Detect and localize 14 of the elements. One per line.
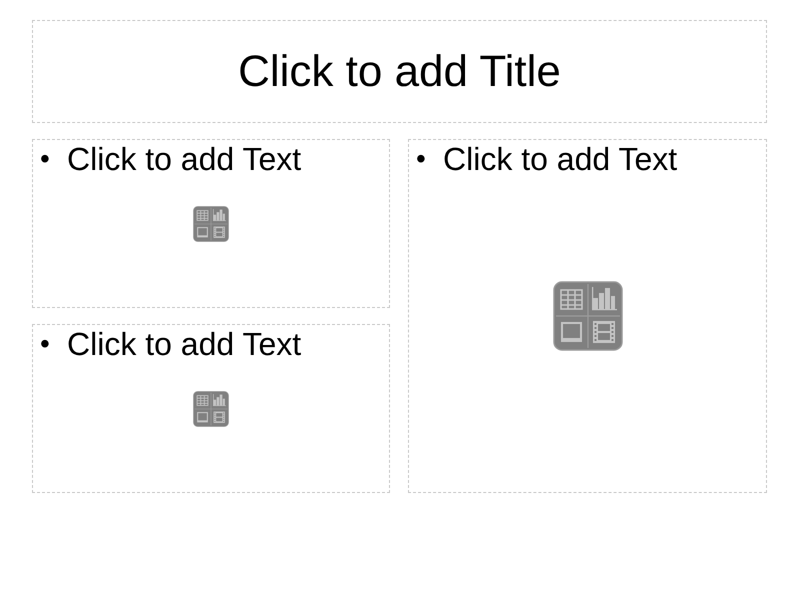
- bullet: •: [416, 142, 427, 176]
- body-text: Click to add Text: [443, 141, 678, 177]
- bullet: •: [40, 142, 51, 176]
- text-placeholder[interactable]: • Click to add Text: [32, 139, 390, 308]
- insert-content-icon[interactable]: [552, 281, 622, 351]
- insert-content-icon[interactable]: [193, 206, 229, 242]
- title-placeholder[interactable]: Click to add Title: [32, 20, 767, 123]
- text-placeholder[interactable]: • Click to add Text: [32, 324, 390, 493]
- title-text: Click to add Title: [238, 50, 561, 94]
- text-placeholder[interactable]: • Click to add Text: [408, 139, 767, 493]
- bullet: •: [40, 327, 51, 361]
- insert-content-icon[interactable]: [193, 390, 229, 426]
- body-text: Click to add Text: [67, 141, 302, 177]
- body-text: Click to add Text: [67, 326, 302, 362]
